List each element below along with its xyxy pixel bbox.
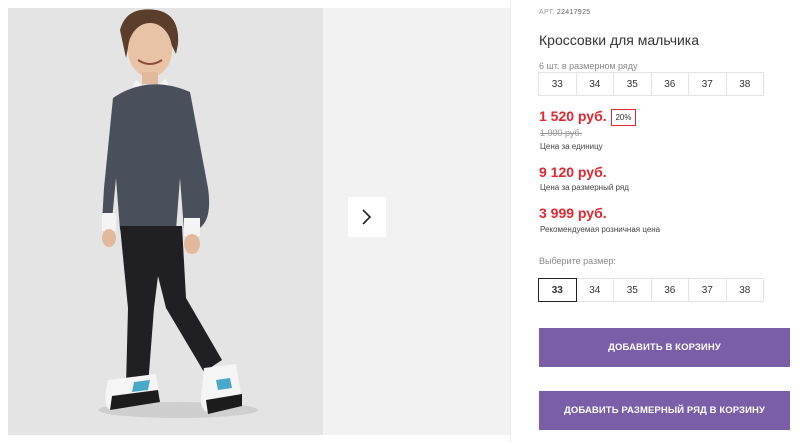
size-option-37[interactable]: 37 xyxy=(688,278,727,302)
article-number: АРТ. 22417925 xyxy=(539,9,590,16)
size-option-35[interactable]: 35 xyxy=(613,278,652,302)
chevron-right-icon xyxy=(362,209,372,225)
size-option-36[interactable]: 36 xyxy=(650,278,689,302)
column-divider xyxy=(510,0,511,443)
retail-price-label: Рекомендуемая розничная цена xyxy=(540,225,661,234)
add-size-row-to-cart-button[interactable]: Добавить размерный ряд в корзину xyxy=(539,391,790,430)
retail-price: 3 999 руб. xyxy=(539,205,607,221)
row-size-35: 35 xyxy=(613,72,652,96)
article-prefix: АРТ. xyxy=(539,9,555,16)
row-size-36: 36 xyxy=(650,72,689,96)
article-value: 22417925 xyxy=(556,9,591,16)
product-title: Кроссовки для мальчика xyxy=(539,32,700,48)
choose-size-label: Выберите размер: xyxy=(539,256,616,266)
size-selector: 33 34 35 36 37 38 xyxy=(538,278,764,302)
old-price: 1 900 руб. xyxy=(540,128,583,138)
discount-badge: 20% xyxy=(611,109,636,126)
boy-in-sweater-image xyxy=(8,8,323,435)
product-photo[interactable] xyxy=(8,8,323,435)
add-to-cart-button[interactable]: Добавить в корзину xyxy=(539,328,790,367)
size-option-33[interactable]: 33 xyxy=(538,278,577,302)
size-option-34[interactable]: 34 xyxy=(575,278,614,302)
row-size-37: 37 xyxy=(688,72,727,96)
size-option-38[interactable]: 38 xyxy=(725,278,764,302)
size-row-list: 33 34 35 36 37 38 xyxy=(538,72,764,96)
unit-price-label: Цена за единицу xyxy=(540,142,603,151)
row-size-38: 38 xyxy=(725,72,764,96)
row-size-33: 33 xyxy=(538,72,577,96)
row-quantity-note: 6 шт. в размерном ряду xyxy=(539,61,638,71)
gallery-next-button[interactable] xyxy=(348,197,386,237)
product-page: АРТ. 22417925 Кроссовки для мальчика 6 ш… xyxy=(0,0,800,443)
row-price: 9 120 руб. xyxy=(539,164,607,180)
row-price-label: Цена за размерный ряд xyxy=(540,183,629,192)
row-size-34: 34 xyxy=(575,72,614,96)
unit-price: 1 520 руб. xyxy=(539,108,607,124)
